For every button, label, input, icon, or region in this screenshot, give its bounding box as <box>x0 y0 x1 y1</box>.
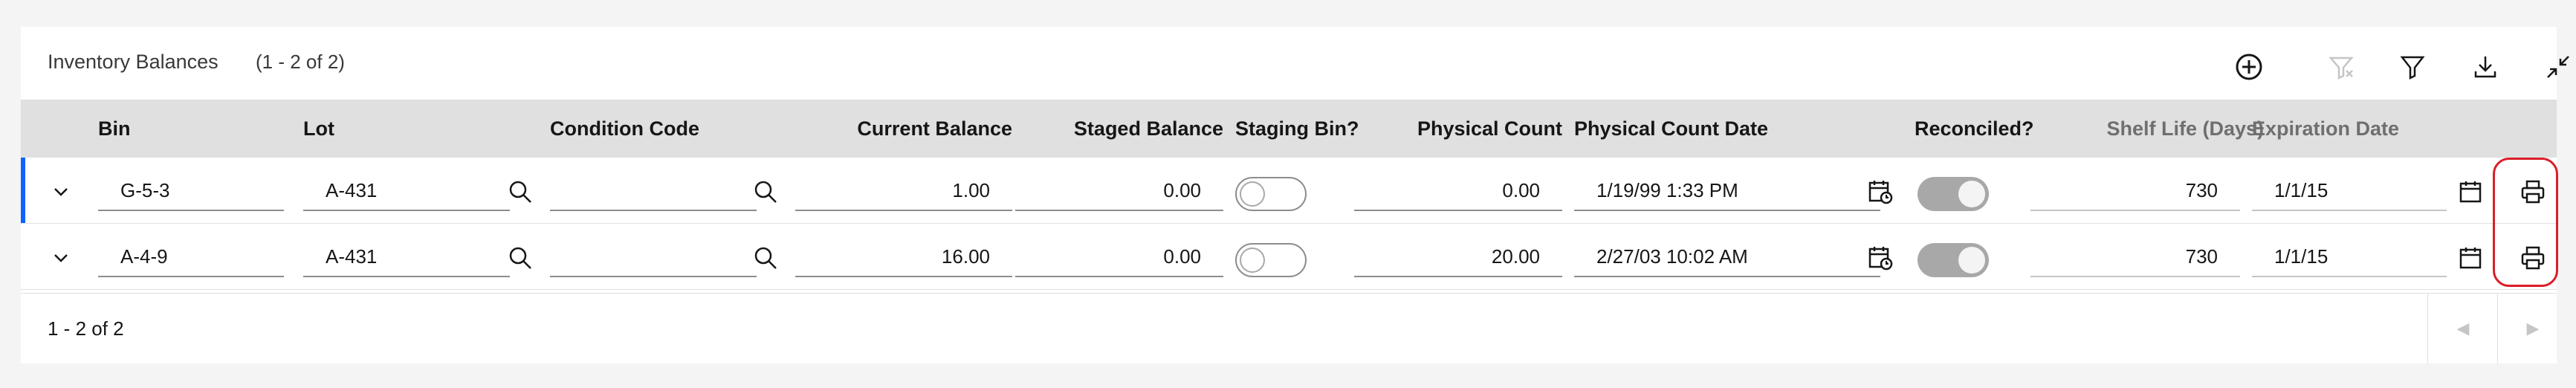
shelf-life-field: 730 <box>2030 169 2240 211</box>
lot-field[interactable]: A-431 <box>303 169 510 211</box>
staging-bin-toggle[interactable] <box>1235 243 1307 277</box>
condition-search-icon[interactable] <box>743 175 788 208</box>
col-staging-bin[interactable]: Staging Bin? <box>1235 100 1359 158</box>
current-balance-field[interactable]: 16.00 <box>795 236 1012 277</box>
calendar-icon[interactable] <box>2448 242 2493 274</box>
condition-code-field[interactable] <box>550 236 757 277</box>
add-circle-icon[interactable] <box>2227 45 2271 89</box>
calendar-icon[interactable] <box>2448 175 2493 208</box>
col-current-balance[interactable]: Current Balance <box>794 100 1012 158</box>
pagination-bar: 1 - 2 of 2 ◀ ▶ <box>21 293 2557 363</box>
physical-count-date-field[interactable]: 1/19/99 1:33 PM <box>1574 169 1880 211</box>
table-toolbar: Inventory Balances (1 - 2 of 2) <box>21 27 2569 100</box>
staged-balance-field: 0.00 <box>1015 169 1223 211</box>
col-physical-count-date[interactable]: Physical Count Date <box>1574 100 1768 158</box>
download-icon[interactable] <box>2463 45 2508 89</box>
lot-search-icon[interactable] <box>498 175 543 208</box>
expiration-date-field: 1/1/15 <box>2252 236 2447 277</box>
calendar-clock-icon[interactable] <box>1858 175 1903 208</box>
col-shelf-life[interactable]: Shelf Life (Days) <box>2039 100 2264 158</box>
table-header: Bin Lot Condition Code Current Balance S… <box>21 100 2557 158</box>
col-bin[interactable]: Bin <box>98 100 131 158</box>
col-lot[interactable]: Lot <box>303 100 334 158</box>
clear-filter-icon[interactable] <box>2319 45 2363 89</box>
print-icon[interactable] <box>2511 175 2555 208</box>
reconciled-toggle <box>1918 243 1989 277</box>
bin-field[interactable]: A-4-9 <box>98 236 284 277</box>
previous-page-icon[interactable]: ◀ <box>2427 294 2498 363</box>
calendar-clock-icon[interactable] <box>1858 242 1903 274</box>
staged-balance-field: 0.00 <box>1015 236 1223 277</box>
col-condition-code[interactable]: Condition Code <box>550 100 699 158</box>
col-physical-count[interactable]: Physical Count <box>1373 100 1562 158</box>
physical-count-field[interactable]: 20.00 <box>1354 236 1562 277</box>
pagination-text: 1 - 2 of 2 <box>48 317 124 340</box>
staging-bin-toggle[interactable] <box>1235 177 1307 211</box>
print-icon[interactable] <box>2511 242 2555 274</box>
expiration-date-field: 1/1/15 <box>2252 169 2447 211</box>
next-page-icon[interactable]: ▶ <box>2497 294 2568 363</box>
lot-search-icon[interactable] <box>498 242 543 274</box>
filter-icon[interactable] <box>2390 45 2435 89</box>
col-staged-balance[interactable]: Staged Balance <box>1061 100 1223 158</box>
lot-field[interactable]: A-431 <box>303 236 510 277</box>
current-balance-field[interactable]: 1.00 <box>795 169 1012 211</box>
record-count: (1 - 2 of 2) <box>256 51 345 73</box>
chevron-down-icon[interactable] <box>46 177 76 207</box>
col-expiration-date[interactable]: Expiration Date <box>2252 100 2399 158</box>
chevron-down-icon[interactable] <box>46 243 76 273</box>
table-row[interactable]: G-5-3 A-431 1.00 0.00 0.00 1/19/99 1:33 … <box>21 158 2557 224</box>
col-reconciled[interactable]: Reconciled? <box>1915 100 2034 158</box>
reconciled-toggle <box>1918 177 1989 211</box>
bin-field[interactable]: G-5-3 <box>98 169 284 211</box>
physical-count-field[interactable]: 0.00 <box>1354 169 1562 211</box>
collapse-icon[interactable] <box>2536 45 2576 89</box>
physical-count-date-field[interactable]: 2/27/03 10:02 AM <box>1574 236 1880 277</box>
table-row[interactable]: A-4-9 A-431 16.00 0.00 20.00 2/27/03 10:… <box>21 224 2557 290</box>
condition-search-icon[interactable] <box>743 242 788 274</box>
table-title: Inventory Balances <box>48 51 219 73</box>
inventory-balances-panel: Inventory Balances (1 - 2 of 2) Bin Lot … <box>21 27 2569 363</box>
shelf-life-field: 730 <box>2030 236 2240 277</box>
condition-code-field[interactable] <box>550 169 757 211</box>
